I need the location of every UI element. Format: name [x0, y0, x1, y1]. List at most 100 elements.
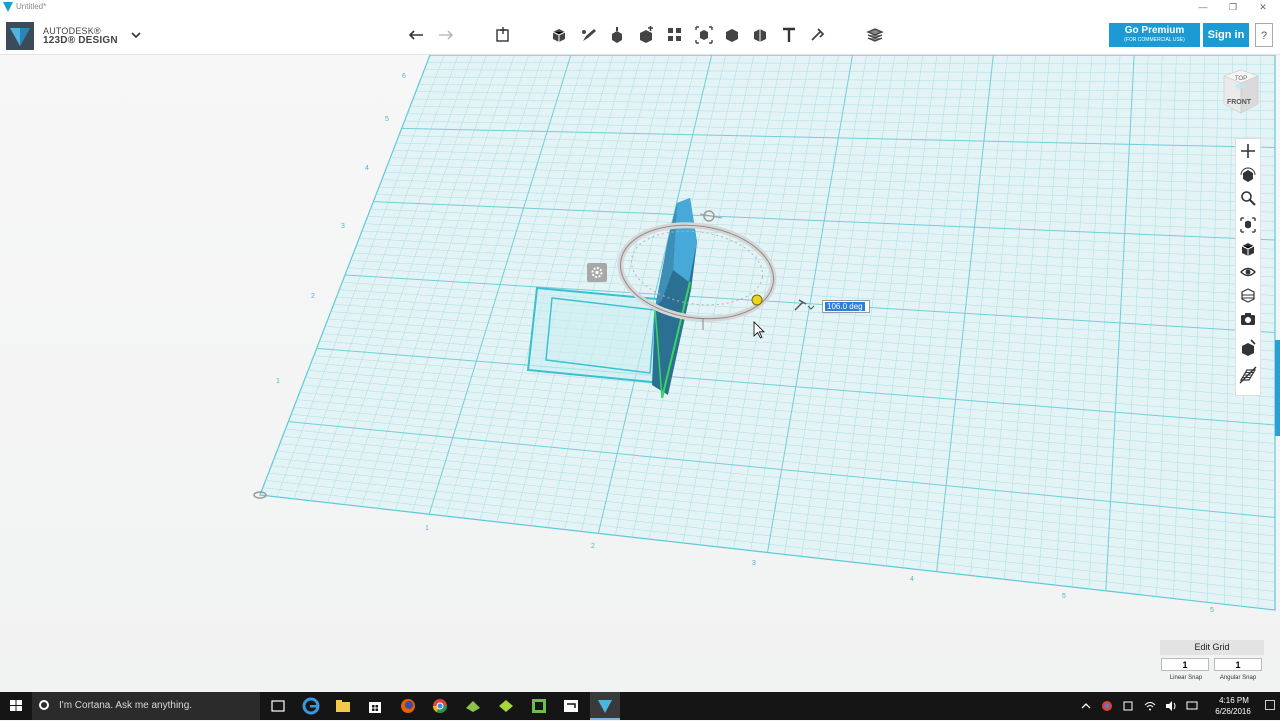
- cortana-search-text: I'm Cortana. Ask me anything.: [59, 700, 193, 711]
- chrome-taskbar-button[interactable]: [430, 696, 450, 716]
- angular-snap-input[interactable]: 1: [1214, 658, 1262, 671]
- sketchbook-icon: [532, 699, 546, 713]
- pan-icon: [1241, 144, 1255, 158]
- material-button[interactable]: [866, 26, 884, 44]
- 123d-catch-taskbar-button[interactable]: [496, 696, 516, 716]
- 123d-design-icon: [598, 700, 612, 713]
- firefox-icon: [401, 699, 415, 713]
- object-settings-button[interactable]: [587, 263, 607, 282]
- pattern-button[interactable]: [666, 26, 684, 44]
- view-cube-front[interactable]: FRONT: [1227, 99, 1252, 106]
- cortana-icon: [39, 700, 49, 710]
- transform-button[interactable]: [494, 26, 512, 44]
- x-label-4: 4: [910, 576, 914, 583]
- maximize-button[interactable]: ❒: [1218, 0, 1248, 16]
- material-icon: [866, 28, 884, 42]
- edit-grid-button[interactable]: Edit Grid: [1160, 640, 1264, 655]
- y-label-6: 6: [402, 73, 406, 80]
- store-icon: [369, 702, 381, 713]
- sketchbook-taskbar-button[interactable]: [529, 696, 549, 716]
- chrome-icon: [433, 699, 447, 713]
- visibility-icon: [1240, 267, 1256, 277]
- cortana-search[interactable]: I'm Cortana. Ask me anything.: [32, 692, 260, 720]
- snap-button[interactable]: [808, 26, 826, 44]
- minimize-button[interactable]: —: [1188, 0, 1218, 16]
- volume-icon[interactable]: [1165, 700, 1177, 712]
- combine-icon: [726, 29, 738, 42]
- orbit-button[interactable]: [1239, 166, 1257, 184]
- sketch-button[interactable]: [580, 26, 598, 44]
- fit-button[interactable]: [1239, 216, 1257, 234]
- undo-button[interactable]: [408, 26, 426, 44]
- grouping-icon: [695, 26, 713, 44]
- pan-button[interactable]: [1239, 142, 1257, 160]
- measure-button[interactable]: [751, 26, 769, 44]
- primitives-button[interactable]: [550, 26, 568, 44]
- view-cube-top[interactable]: TOP: [1235, 76, 1247, 82]
- explorer-taskbar-button[interactable]: [333, 696, 353, 716]
- pattern-icon: [668, 28, 681, 41]
- tablet-tray-icon[interactable]: [1122, 700, 1134, 712]
- windows-start-icon[interactable]: [0, 692, 32, 720]
- sketch-icon: [582, 29, 596, 41]
- y-label-4: 4: [365, 165, 369, 172]
- chrome-tray-icon[interactable]: [1101, 700, 1113, 712]
- close-button[interactable]: ✕: [1248, 0, 1278, 16]
- edge-taskbar-button[interactable]: [301, 696, 321, 716]
- camera-icon: [1241, 313, 1255, 325]
- title-bar: Untitled* — ❒ ✕: [0, 0, 1280, 16]
- folder-icon: [336, 700, 350, 712]
- go-premium-button[interactable]: Go Premium (FOR COMMERCIAL USE): [1109, 23, 1200, 47]
- views-icon: [1241, 243, 1255, 256]
- app-logo-icon[interactable]: [6, 22, 34, 50]
- notification-icon[interactable]: [1265, 700, 1275, 710]
- zoom-button[interactable]: [1239, 189, 1257, 207]
- combine-button[interactable]: [723, 26, 741, 44]
- store-taskbar-button[interactable]: [365, 696, 385, 716]
- undo-icon: [408, 30, 423, 40]
- side-panel-scrollbar[interactable]: [1275, 340, 1280, 436]
- construct-icon: [612, 27, 622, 43]
- x-label-5b: 5: [1210, 607, 1214, 614]
- linear-snap-label: Linear Snap: [1169, 675, 1203, 681]
- clock-time[interactable]: 4:16 PM: [1210, 696, 1258, 705]
- rotation-handle[interactable]: [751, 294, 763, 306]
- visibility-button[interactable]: [1239, 263, 1257, 281]
- modify-button[interactable]: [637, 26, 655, 44]
- angle-input[interactable]: 106.0 deg: [822, 300, 870, 313]
- 123d-design-taskbar-button[interactable]: [590, 692, 620, 720]
- main-toolbar: AUTODESK® 123D® DESIGN Go Premium (FOR C…: [0, 16, 1280, 55]
- construct-button[interactable]: [608, 26, 626, 44]
- y-label-5: 5: [385, 116, 389, 123]
- angular-snap-label: Angular Snap: [1219, 675, 1257, 681]
- go-premium-sublabel: (FOR COMMERCIAL USE): [1124, 37, 1185, 43]
- tray-expand-icon[interactable]: [1080, 700, 1092, 712]
- 123d-catch-icon: [499, 700, 513, 712]
- 123d-make-taskbar-button[interactable]: [463, 696, 483, 716]
- view-cube[interactable]: TOP FRONT: [1221, 66, 1261, 116]
- grouping-button[interactable]: [695, 26, 713, 44]
- wifi-icon[interactable]: [1144, 700, 1156, 712]
- app-logo-icon: [3, 2, 13, 12]
- redo-icon: [439, 30, 454, 40]
- help-button[interactable]: ?: [1255, 23, 1273, 47]
- sign-in-button[interactable]: Sign in: [1203, 23, 1249, 47]
- fit-icon: [1240, 217, 1256, 233]
- grid-toggle-button[interactable]: [1239, 366, 1257, 384]
- views-button[interactable]: [1239, 240, 1257, 258]
- firefox-taskbar-button[interactable]: [398, 696, 418, 716]
- redo-button[interactable]: [436, 26, 454, 44]
- x-label-5: 5: [1062, 593, 1066, 600]
- material-view-button[interactable]: [1239, 286, 1257, 304]
- chevron-down-icon[interactable]: [130, 29, 142, 41]
- snap-toggle-button[interactable]: [1239, 339, 1257, 357]
- action-center-tray-icon[interactable]: [1186, 700, 1198, 712]
- clock-date[interactable]: 6/26/2016: [1205, 707, 1261, 716]
- text-button[interactable]: [780, 26, 798, 44]
- linear-snap-input[interactable]: 1: [1161, 658, 1209, 671]
- screenshot-button[interactable]: [1239, 310, 1257, 328]
- measure-icon: [754, 29, 766, 42]
- task-view-button[interactable]: [268, 696, 288, 716]
- 3d-viewport[interactable]: 1 2 3 4 5 5 1 2 3 4 5 6: [0, 55, 1280, 692]
- meshmixer-taskbar-button[interactable]: [561, 696, 581, 716]
